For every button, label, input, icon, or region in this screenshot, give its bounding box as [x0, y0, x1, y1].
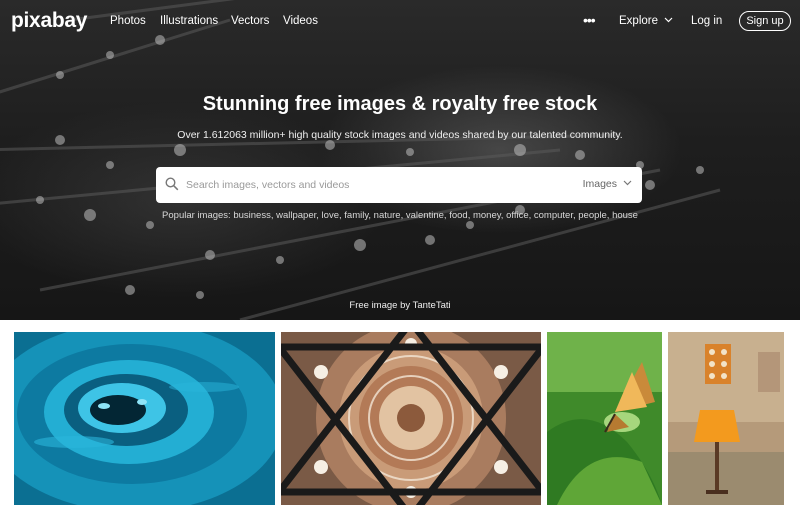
popular-tag-house[interactable]: house	[612, 210, 638, 221]
hero-subheadline: Over 1.612063 million+ high quality stoc…	[177, 129, 623, 141]
nav-link-illustrations[interactable]: Illustrations	[160, 15, 218, 27]
chevron-down-icon	[623, 180, 632, 186]
water-drop-image	[14, 332, 275, 505]
pixabay-logo[interactable]: pixabay	[11, 9, 87, 33]
popular-tag-wallpaper[interactable]: wallpaper	[276, 210, 316, 221]
signup-button[interactable]: Sign up	[739, 11, 791, 31]
popular-tag-family[interactable]: family	[344, 210, 368, 221]
popular-tags: Popular images: business, wallpaper, lov…	[162, 210, 638, 221]
popular-tag-love[interactable]: love	[322, 210, 339, 221]
hero-background-image	[0, 0, 721, 320]
popular-tag-nature[interactable]: nature	[374, 210, 401, 221]
media-type-dropdown[interactable]: Images	[583, 178, 632, 190]
top-navigation: pixabay Photos Illustrations Vectors Vid…	[0, 0, 800, 42]
gallery-image-orange-lamp[interactable]	[668, 332, 784, 505]
butterfly-image	[547, 332, 662, 505]
popular-tag-people[interactable]: people	[578, 210, 607, 221]
image-credit[interactable]: Free image by TanteTati	[0, 300, 800, 311]
popular-tag-valentine[interactable]: valentine	[406, 210, 444, 221]
popular-tag-business[interactable]: business	[233, 210, 271, 221]
hero-headline: Stunning free images & royalty free stoc…	[202, 93, 598, 115]
popular-tag-food[interactable]: food	[449, 210, 468, 221]
search-icon	[165, 177, 179, 191]
mosque-dome-image	[281, 332, 541, 505]
orange-lamp-image	[668, 332, 784, 505]
media-type-label: Images	[582, 178, 617, 190]
nav-link-videos[interactable]: Videos	[283, 15, 318, 27]
explore-label: Explore	[619, 15, 658, 27]
search-bar: Images	[156, 167, 642, 203]
login-link[interactable]: Log in	[691, 15, 722, 27]
more-menu-button[interactable]: •••	[583, 12, 596, 28]
image-gallery	[0, 320, 800, 507]
hero-banner: pixabay Photos Illustrations Vectors Vid…	[0, 0, 800, 320]
gallery-image-mosque-dome[interactable]	[281, 332, 541, 505]
gallery-image-butterfly[interactable]	[547, 332, 662, 505]
popular-tag-office[interactable]: office	[506, 210, 529, 221]
popular-tag-computer[interactable]: computer	[534, 210, 573, 221]
gallery-image-water-drop[interactable]	[14, 332, 275, 505]
explore-menu-button[interactable]: Explore	[619, 15, 673, 27]
nav-link-vectors[interactable]: Vectors	[231, 15, 269, 27]
nav-link-photos[interactable]: Photos	[110, 15, 146, 27]
chevron-down-icon	[664, 17, 673, 23]
popular-lead: Popular images:	[162, 210, 231, 221]
search-input[interactable]	[186, 176, 566, 194]
popular-tag-money[interactable]: money	[473, 210, 501, 221]
